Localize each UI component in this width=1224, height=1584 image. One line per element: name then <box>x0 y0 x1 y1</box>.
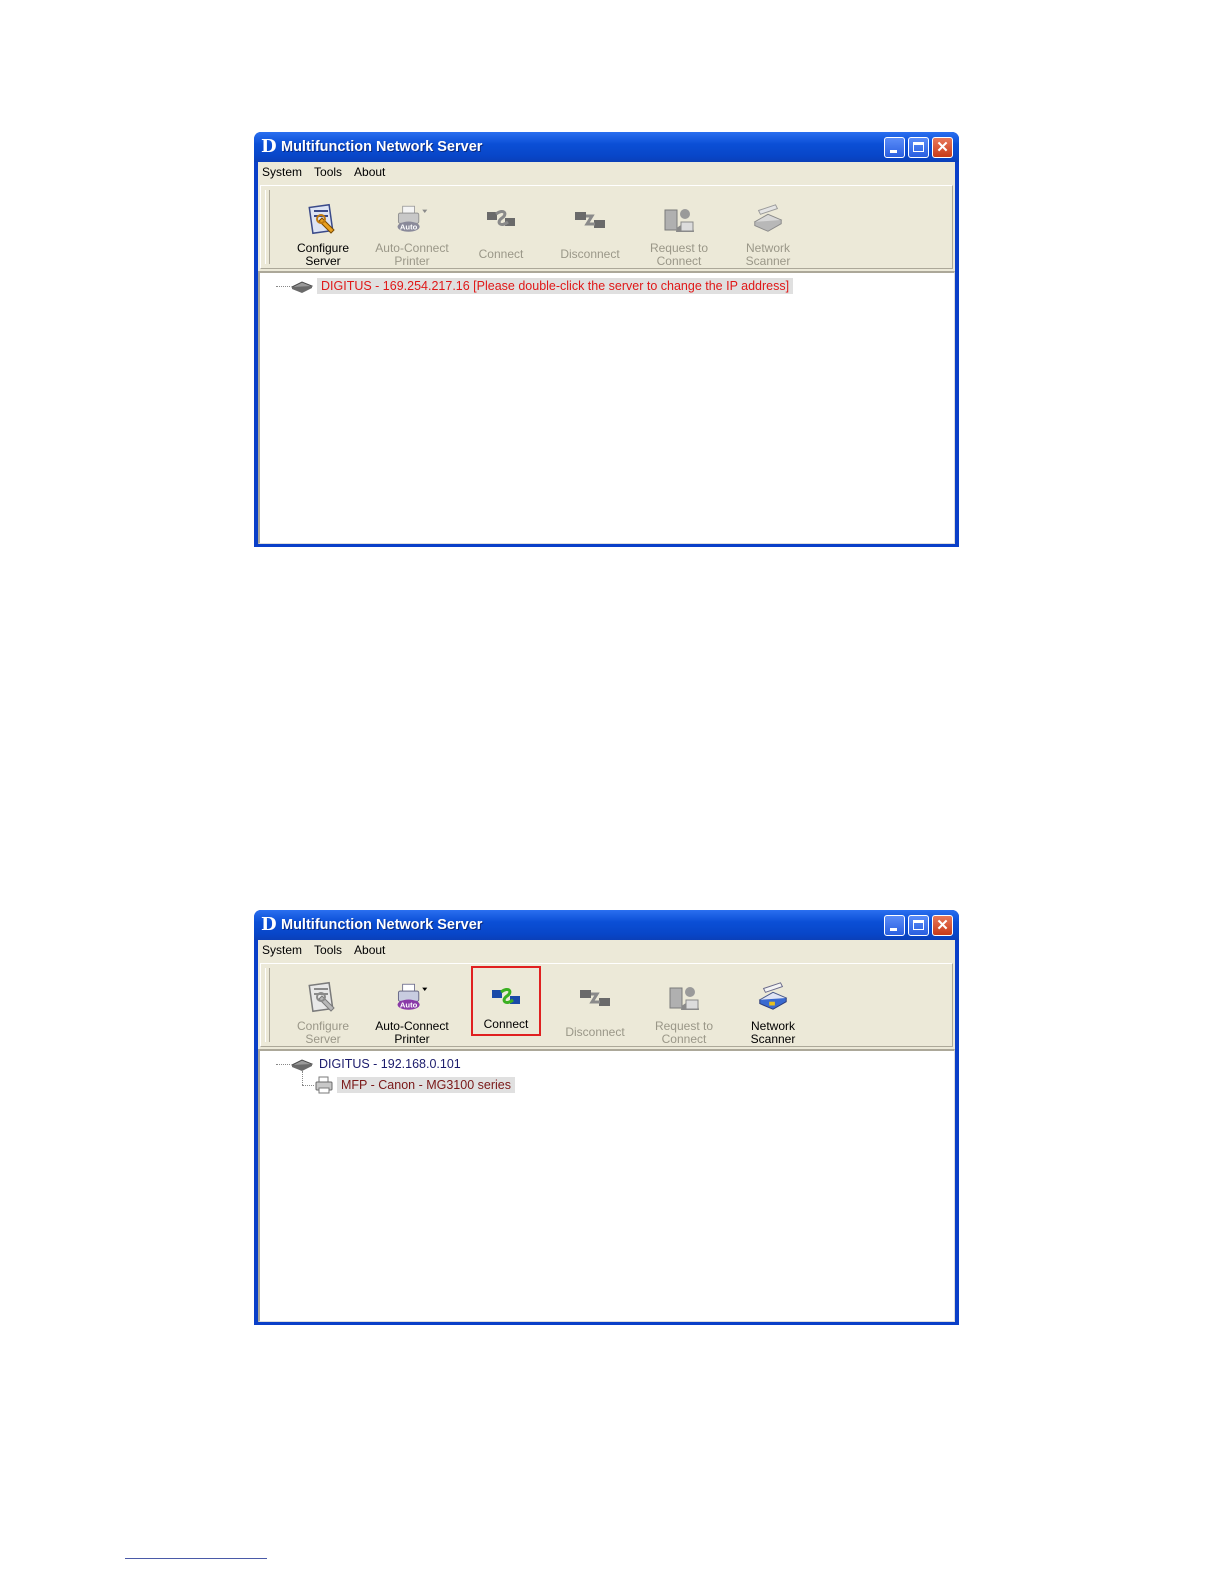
svg-text:Auto: Auto <box>400 223 418 232</box>
server-tree: DIGITUS - 192.168.0.101 MFP - Canon - MG… <box>258 1049 955 1322</box>
network-scanner-label: Network Scanner <box>750 1019 796 1046</box>
auto-connect-printer-icon: Auto <box>395 980 429 1014</box>
request-to-connect-icon <box>667 980 701 1014</box>
auto-connect-printer-button[interactable]: Auto Auto-Connect Printer <box>370 188 454 268</box>
menu-about[interactable]: About <box>354 165 385 179</box>
configure-server-icon <box>306 202 340 236</box>
toolbar: Configure Server Auto Auto-Connect Printer… <box>260 963 953 1047</box>
request-to-connect-label: Request to Connect <box>654 1019 714 1046</box>
window-title: Multifunction Network Server <box>281 917 483 933</box>
menu-bar: System Tools About <box>258 162 955 182</box>
connect-label: Connect <box>478 247 524 261</box>
device-label[interactable]: MFP - Canon - MG3100 series <box>337 1077 515 1093</box>
disconnect-button[interactable]: Disconnect <box>548 188 632 264</box>
menu-bar: System Tools About <box>258 940 955 960</box>
configure-server-button[interactable]: Configure Server <box>281 188 365 268</box>
server-label[interactable]: DIGITUS - 192.168.0.101 <box>317 1056 463 1072</box>
connect-button[interactable]: Connect <box>459 188 543 264</box>
close-button[interactable]: ✕ <box>932 137 953 158</box>
disconnect-icon <box>573 202 607 236</box>
menu-system[interactable]: System <box>262 943 302 957</box>
network-scanner-label: Network Scanner <box>745 241 791 268</box>
auto-connect-printer-label: Auto-Connect Printer <box>375 241 449 268</box>
close-icon: ✕ <box>936 139 949 156</box>
auto-connect-printer-button[interactable]: Auto Auto-Connect Printer <box>370 966 454 1046</box>
auto-connect-printer-label: Auto-Connect Printer <box>375 1019 449 1046</box>
maximize-button[interactable] <box>908 915 929 936</box>
request-to-connect-icon <box>662 202 696 236</box>
tree-server-node[interactable]: DIGITUS - 192.168.0.101 <box>290 1055 463 1073</box>
request-to-connect-button[interactable]: Request to Connect <box>637 188 721 268</box>
tree-device-node[interactable]: MFP - Canon - MG3100 series <box>314 1076 515 1094</box>
printer-icon <box>314 1076 334 1094</box>
tree-server-node[interactable]: DIGITUS - 169.254.217.16 [Please double-… <box>290 277 794 295</box>
connect-icon <box>489 980 523 1014</box>
close-icon: ✕ <box>936 917 949 934</box>
menu-tools[interactable]: Tools <box>314 943 342 957</box>
close-button[interactable]: ✕ <box>932 915 953 936</box>
network-scanner-button[interactable]: Network Scanner <box>731 966 815 1046</box>
connect-label: Connect <box>483 1017 529 1031</box>
server-tree: DIGITUS - 169.254.217.16 [Please double-… <box>258 271 955 544</box>
network-scanner-button[interactable]: Network Scanner <box>726 188 810 268</box>
app-logo-icon: D <box>261 136 277 157</box>
minimize-icon <box>890 928 897 931</box>
maximize-icon <box>913 142 924 152</box>
configure-server-label: Configure Server <box>296 1019 350 1046</box>
minimize-button[interactable] <box>884 137 905 158</box>
menu-about[interactable]: About <box>354 943 385 957</box>
app-logo-icon: D <box>261 914 277 935</box>
maximize-button[interactable] <box>908 137 929 158</box>
auto-connect-printer-icon: Auto <box>395 202 429 236</box>
window-1: D Multifunction Network Server ✕ System … <box>254 132 959 547</box>
svg-text:Auto: Auto <box>400 1001 418 1010</box>
disconnect-icon <box>578 980 612 1014</box>
request-to-connect-button[interactable]: Request to Connect <box>642 966 726 1046</box>
configure-server-icon <box>306 980 340 1014</box>
server-device-icon <box>290 278 314 294</box>
menu-system[interactable]: System <box>262 165 302 179</box>
maximize-icon <box>913 920 924 930</box>
disconnect-button[interactable]: Disconnect <box>553 966 637 1042</box>
server-label[interactable]: DIGITUS - 169.254.217.16 [Please double-… <box>317 278 794 294</box>
network-scanner-icon <box>756 980 790 1014</box>
server-device-icon <box>290 1056 314 1072</box>
window-2: D Multifunction Network Server ✕ System … <box>254 910 959 1325</box>
minimize-button[interactable] <box>884 915 905 936</box>
toolbar-grip[interactable] <box>265 968 270 1042</box>
request-to-connect-label: Request to Connect <box>649 241 709 268</box>
configure-server-button[interactable]: Configure Server <box>281 966 365 1046</box>
connect-button[interactable]: Connect <box>471 966 541 1036</box>
title-bar[interactable]: D Multifunction Network Server ✕ <box>254 132 959 162</box>
configure-server-label: Configure Server <box>296 241 350 268</box>
menu-tools[interactable]: Tools <box>314 165 342 179</box>
toolbar-grip[interactable] <box>265 190 270 264</box>
connect-icon <box>484 202 518 236</box>
toolbar: Configure Server Auto Auto-Connect Printer… <box>260 185 953 269</box>
window-title: Multifunction Network Server <box>281 139 483 155</box>
disconnect-label: Disconnect <box>560 247 620 261</box>
title-bar[interactable]: D Multifunction Network Server ✕ <box>254 910 959 940</box>
footer-rule <box>125 1558 267 1559</box>
network-scanner-icon <box>751 202 785 236</box>
disconnect-label: Disconnect <box>565 1025 625 1039</box>
minimize-icon <box>890 150 897 153</box>
